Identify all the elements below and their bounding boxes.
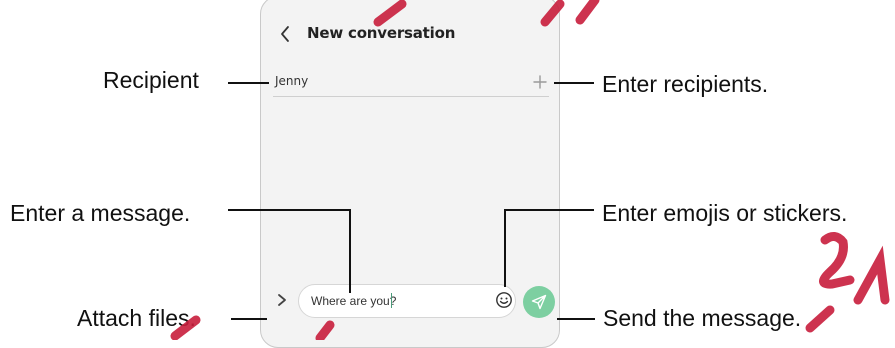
leader-line-send-message: [557, 318, 595, 320]
recipient-value: Jenny: [275, 74, 309, 88]
leader-line-enter-message-v: [349, 209, 351, 293]
leader-line-enter-message-h: [228, 209, 351, 211]
page-title: New conversation: [307, 24, 456, 42]
leader-line-enter-recipients: [554, 82, 594, 84]
send-button[interactable]: [523, 286, 555, 318]
callout-enter-emojis: Enter emojis or stickers.: [602, 200, 848, 226]
plus-icon: [533, 75, 547, 89]
message-input[interactable]: Where are you?: [298, 284, 516, 318]
leader-line-recipient: [228, 82, 269, 84]
callout-enter-recipients: Enter recipients.: [602, 71, 769, 97]
leader-line-enter-emojis-v: [504, 209, 506, 287]
callout-enter-message: Enter a message.: [10, 200, 191, 226]
add-recipient-button[interactable]: [531, 73, 549, 91]
back-button[interactable]: [276, 22, 294, 46]
callout-send-message: Send the message.: [603, 305, 802, 331]
leader-line-enter-emojis-h: [504, 209, 594, 211]
attach-button[interactable]: [276, 292, 290, 306]
text-caret: [391, 293, 392, 308]
recipient-field[interactable]: Jenny: [273, 68, 549, 97]
leader-line-attach-files: [231, 318, 267, 320]
callout-attach-files: Attach files.: [77, 305, 196, 331]
smiley-icon: [496, 292, 512, 308]
paper-plane-icon: [531, 294, 547, 310]
emoji-button[interactable]: [495, 291, 515, 311]
message-text: Where are you?: [311, 294, 397, 308]
chevron-left-icon: [281, 26, 289, 42]
callout-recipient: Recipient: [103, 67, 199, 93]
chevron-right-icon: [278, 294, 286, 306]
